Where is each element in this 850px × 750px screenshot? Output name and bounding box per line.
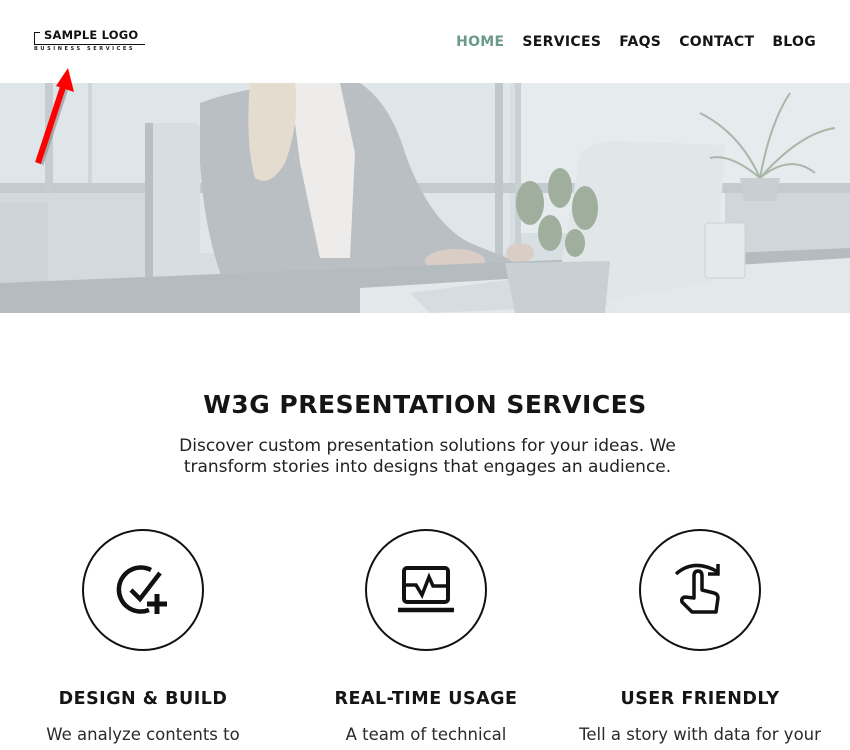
nav-services[interactable]: SERVICES (522, 34, 601, 50)
feature-real-time-usage: REAL-TIME USAGE A team of technical (296, 529, 556, 744)
nav-home[interactable]: HOME (456, 34, 504, 50)
feature-icon-circle (365, 529, 487, 651)
nav-blog[interactable]: BLOG (772, 34, 816, 50)
logo-bracket-mark (34, 32, 40, 44)
hero-photo (0, 83, 850, 313)
feature-design-build: DESIGN & BUILD We analyze contents to (13, 529, 273, 744)
logo-tagline: BUSINESS SERVICES (34, 46, 136, 52)
feature-text: Tell a story with data for your (579, 725, 821, 744)
services-subtitle-line2: transform stories into designs that enga… (183, 457, 672, 477)
nav-faqs[interactable]: FAQS (619, 34, 661, 50)
hand-swipe-icon (674, 563, 720, 614)
nav-contact[interactable]: CONTACT (679, 34, 754, 50)
feature-user-friendly: USER FRIENDLY Tell a story with data for… (570, 529, 830, 744)
feature-title: REAL-TIME USAGE (334, 689, 518, 709)
services-subtitle-line1: Discover custom presentation solutions f… (179, 436, 676, 456)
feature-title: DESIGN & BUILD (58, 689, 228, 709)
site-header: SAMPLE LOGO BUSINESS SERVICES HOME SERVI… (0, 0, 850, 83)
logo-text: SAMPLE LOGO (44, 28, 139, 42)
services-subtitle: Discover custom presentation solutions f… (150, 436, 705, 478)
services-title: W3G PRESENTATION SERVICES (203, 390, 647, 419)
monitor-pulse-icon (398, 566, 454, 613)
feature-title: USER FRIENDLY (620, 689, 780, 709)
logo-underline (34, 44, 145, 45)
main-nav: HOME SERVICES FAQS CONTACT BLOG (456, 34, 816, 50)
logo[interactable]: SAMPLE LOGO BUSINESS SERVICES (34, 28, 146, 54)
feature-text: We analyze contents to (46, 725, 240, 744)
feature-text: A team of technical (345, 725, 507, 744)
feature-icon-circle (639, 529, 761, 651)
hero-image (0, 83, 850, 313)
check-plus-icon (116, 565, 167, 614)
feature-icon-circle (82, 529, 204, 651)
